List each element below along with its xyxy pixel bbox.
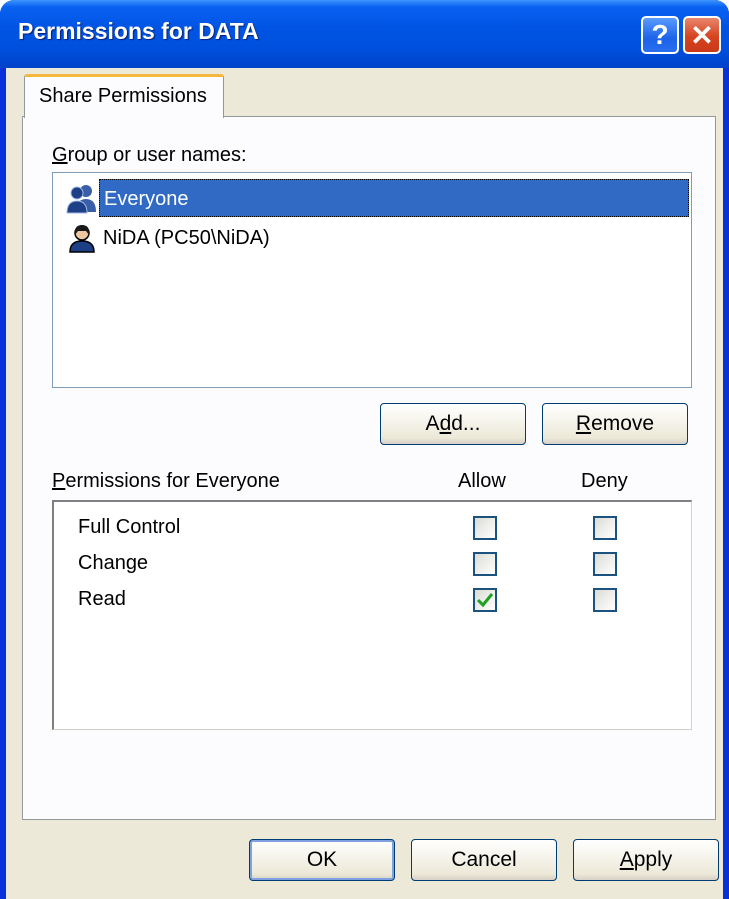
tab-share-permissions[interactable]: Share Permissions — [24, 74, 224, 118]
deny-checkbox[interactable] — [593, 588, 617, 612]
dialog-window: Permissions for DATA ? ✕ Share Permissio… — [0, 0, 729, 899]
title-bar[interactable]: Permissions for DATA ? ✕ — [0, 0, 729, 68]
user-name: Everyone — [99, 179, 689, 217]
close-icon: ✕ — [690, 19, 714, 51]
deny-checkbox[interactable] — [593, 516, 617, 540]
permission-name: Change — [78, 552, 149, 574]
allow-checkbox[interactable] — [473, 552, 497, 576]
user-list[interactable]: Everyone NiDA (PC50\NiDA) — [52, 172, 692, 388]
user-icon — [65, 221, 99, 255]
permissions-for-label: Permissions for Everyone — [52, 470, 280, 492]
permissions-list: Full Control Change Read — [52, 500, 692, 730]
window-title: Permissions for DATA — [18, 18, 259, 44]
cancel-button[interactable]: Cancel — [411, 839, 557, 881]
allow-column-header: Allow — [458, 470, 506, 492]
checkmark-icon — [476, 593, 494, 608]
allow-checkbox[interactable] — [473, 516, 497, 540]
deny-column-header: Deny — [581, 470, 628, 492]
permission-row-full-control: Full Control — [54, 512, 690, 548]
help-button[interactable]: ? — [641, 16, 679, 54]
permission-name: Full Control — [78, 516, 181, 538]
group-user-names-label: Group or user names: — [52, 144, 247, 166]
remove-button[interactable]: Remove — [542, 403, 688, 445]
list-item-nida[interactable]: NiDA (PC50\NiDA) — [65, 219, 689, 257]
permission-row-read: Read — [54, 584, 690, 620]
permission-name: Read — [78, 588, 126, 610]
deny-checkbox[interactable] — [593, 552, 617, 576]
permission-row-change: Change — [54, 548, 690, 584]
apply-button[interactable]: Apply — [573, 839, 719, 881]
user-name: NiDA (PC50\NiDA) — [103, 227, 270, 249]
add-button[interactable]: Ad d... — [380, 403, 526, 445]
list-item-everyone[interactable]: Everyone — [65, 179, 689, 217]
close-button[interactable]: ✕ — [683, 16, 721, 54]
group-users-icon — [65, 181, 99, 215]
help-icon: ? — [651, 19, 669, 50]
allow-checkbox[interactable] — [473, 588, 497, 612]
tab-label: Share Permissions — [39, 85, 207, 107]
ok-button[interactable]: OK — [249, 839, 395, 881]
